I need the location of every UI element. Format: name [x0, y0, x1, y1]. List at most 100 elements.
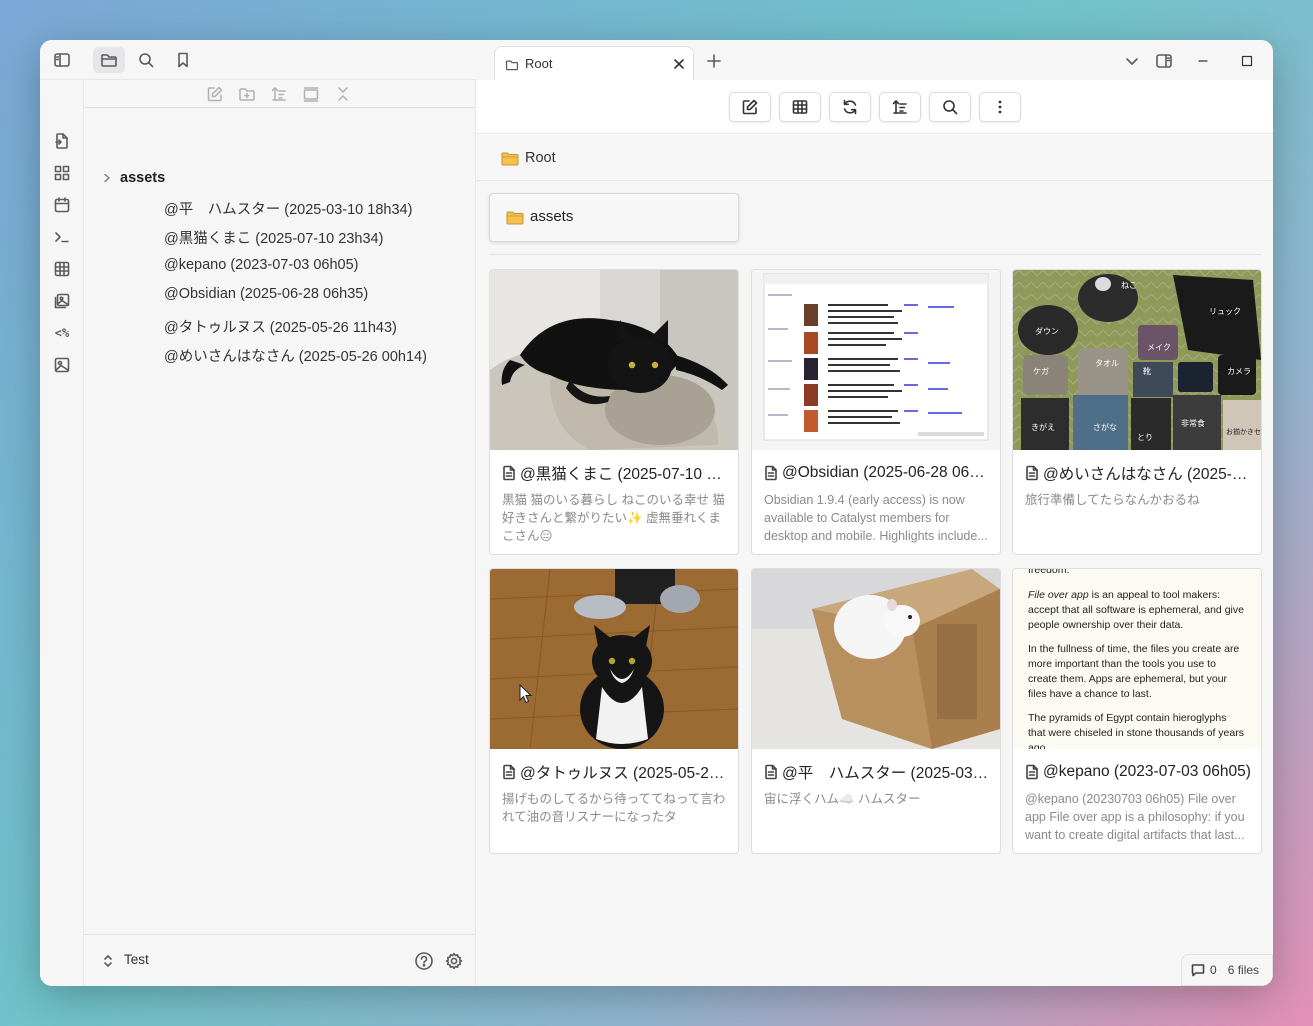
- file-item[interactable]: @kepano (2023-07-03 06h05): [164, 257, 359, 273]
- note-card[interactable]: ねこ リュック ダウン メイク ケガ タオル 靴 カメラ きがえ さがな 非常食…: [1012, 269, 1262, 555]
- auto-reveal-icon[interactable]: [302, 85, 320, 103]
- vault-switcher: Test: [84, 934, 476, 986]
- refresh-button[interactable]: [829, 92, 871, 122]
- bag-label: きがえ: [1031, 422, 1055, 432]
- sort-icon[interactable]: [270, 85, 288, 103]
- more-options-button[interactable]: [979, 92, 1021, 122]
- folder-label: assets: [120, 170, 166, 186]
- file-explorer-toolbar: [84, 80, 474, 108]
- card-description: 揚げものしてるから待っててねって言われて油の音リスナーになったタ: [502, 792, 726, 824]
- comment-count: 0: [1210, 963, 1217, 977]
- card-thumbnail: [490, 569, 738, 749]
- minimize-icon[interactable]: [1192, 50, 1214, 72]
- note-card[interactable]: @黒猫くまこ (2025-07-10 23h34) 黒猫 猫のいる暮らし ねこの…: [489, 269, 739, 555]
- sidebar-toggle-icon[interactable]: [46, 47, 78, 73]
- breadcrumb: Root: [476, 135, 1273, 181]
- bag-label: 非常食: [1181, 418, 1205, 428]
- card-title: @平 ハムスター (2025-03-10 18h34): [764, 762, 992, 782]
- bookmark-icon[interactable]: [167, 47, 199, 73]
- file-item[interactable]: @Obsidian (2025-06-28 06h35): [164, 286, 368, 302]
- bag-label: ケガ: [1033, 366, 1049, 376]
- settings-gear-icon[interactable]: [444, 951, 464, 971]
- bag-label: 靴: [1143, 366, 1151, 376]
- file-icon: [1026, 465, 1038, 481]
- card-thumbnail: [752, 270, 1000, 450]
- tab-root[interactable]: Root: [494, 46, 694, 81]
- bag-label: ねこ: [1121, 281, 1137, 290]
- card-thumbnail: [490, 270, 738, 450]
- bag-label: タオル: [1095, 359, 1119, 368]
- vault-name[interactable]: Test: [124, 952, 149, 967]
- bag-label: ダウン: [1035, 326, 1059, 336]
- new-folder-icon[interactable]: [238, 85, 256, 103]
- file-item[interactable]: @黒猫くまこ (2025-07-10 23h34): [164, 227, 383, 248]
- new-note-icon[interactable]: [206, 85, 224, 103]
- folder-icon: [501, 152, 519, 166]
- file-icon: [765, 764, 777, 780]
- card-title: @kepano (2023-07-03 06h05): [1025, 762, 1253, 782]
- table-view-button[interactable]: [779, 92, 821, 122]
- search-button[interactable]: [929, 92, 971, 122]
- card-title: @タトゥルヌス (2025-05-26 11h43): [502, 762, 730, 782]
- file-icon: [765, 465, 777, 481]
- card-title: @黒猫くまこ (2025-07-10 23h34): [502, 463, 730, 483]
- folder-card-assets[interactable]: assets: [489, 193, 739, 242]
- breadcrumb-root[interactable]: Root: [525, 150, 556, 166]
- gallery-icon[interactable]: [51, 290, 73, 312]
- open-note-icon[interactable]: [51, 130, 73, 152]
- folder-icon: [506, 211, 524, 225]
- close-tab-icon[interactable]: [672, 57, 686, 71]
- card-thumbnail: ねこ リュック ダウン メイク ケガ タオル 靴 カメラ きがえ さがな 非常食…: [1013, 270, 1261, 450]
- view-header: [476, 80, 1273, 134]
- maximize-icon[interactable]: [1236, 50, 1258, 72]
- card-thumbnail: freedom. File over app is an appeal to t…: [1013, 569, 1261, 749]
- table-icon: [792, 100, 808, 114]
- bag-label: リュック: [1209, 307, 1241, 316]
- terminal-icon[interactable]: [51, 226, 73, 248]
- chevron-down-icon[interactable]: [1121, 50, 1143, 72]
- left-sidebar-header: [40, 40, 476, 80]
- ribbon: <%: [40, 80, 84, 986]
- mouse-cursor-icon: [519, 684, 533, 704]
- refresh-icon: [843, 99, 857, 115]
- file-icon: [503, 764, 515, 780]
- file-item[interactable]: @タトゥルヌス (2025-05-26 11h43): [164, 316, 397, 337]
- card-thumbnail: [752, 569, 1000, 749]
- note-card[interactable]: @平 ハムスター (2025-03-10 18h34) 宙に浮くハム☁️ ハムス…: [751, 568, 1001, 854]
- file-item[interactable]: @平 ハムスター (2025-03-10 18h34): [164, 198, 412, 219]
- right-sidebar-toggle-icon[interactable]: [1153, 50, 1175, 72]
- collapse-all-icon[interactable]: [334, 85, 352, 103]
- chevron-up-down-icon[interactable]: [102, 954, 114, 968]
- card-description: 宙に浮くハム☁️ ハムスター: [764, 792, 921, 806]
- folder-icon[interactable]: [93, 47, 125, 73]
- bag-label: とり: [1137, 433, 1153, 442]
- file-explorer: assets @平 ハムスター (2025-03-10 18h34) @黒猫くま…: [84, 80, 476, 986]
- edit-button[interactable]: [729, 92, 771, 122]
- card-description: 黒猫 猫のいる暮らし ねこのいる幸せ 猫好きさんと繋がりたい✨ 虚無垂れくまこさ…: [502, 493, 725, 543]
- file-icon: [503, 465, 515, 481]
- app-window: <% assets @平 ハムスター (2025-03-10 18h34) @黒…: [40, 40, 1273, 986]
- file-item[interactable]: @めいさんはなさん (2025-05-26 00h14): [164, 345, 427, 366]
- bag-label: メイク: [1147, 343, 1171, 352]
- bag-label: カメラ: [1227, 367, 1251, 376]
- new-tab-icon[interactable]: [703, 50, 725, 72]
- edit-icon: [742, 99, 758, 115]
- bag-label: さがな: [1093, 422, 1117, 432]
- folder-view: Root assets @黒猫くまこ (2025-07-10 23h 黒猫 猫の…: [476, 135, 1273, 986]
- note-card[interactable]: freedom. File over app is an appeal to t…: [1012, 568, 1262, 854]
- status-bar: 0 6 files: [1181, 954, 1273, 986]
- search-icon[interactable]: [130, 47, 162, 73]
- note-card[interactable]: @タトゥルヌス (2025-05-26 11h43) 揚げものしてるから待ってて…: [489, 568, 739, 854]
- help-icon[interactable]: [414, 951, 434, 971]
- file-count: 6 files: [1227, 963, 1260, 977]
- image-icon[interactable]: [51, 354, 73, 376]
- templater-icon[interactable]: <%: [51, 322, 73, 344]
- blocks-icon[interactable]: [51, 162, 73, 184]
- folder-card-label: assets: [530, 208, 574, 225]
- calendar-icon[interactable]: [51, 194, 73, 216]
- table-icon[interactable]: [51, 258, 73, 280]
- tab-label: Root: [525, 56, 553, 71]
- folder-item-assets[interactable]: assets: [102, 167, 165, 189]
- note-card[interactable]: @Obsidian (2025-06-28 06h35) Obsidian 1.…: [751, 269, 1001, 555]
- sort-button[interactable]: [879, 92, 921, 122]
